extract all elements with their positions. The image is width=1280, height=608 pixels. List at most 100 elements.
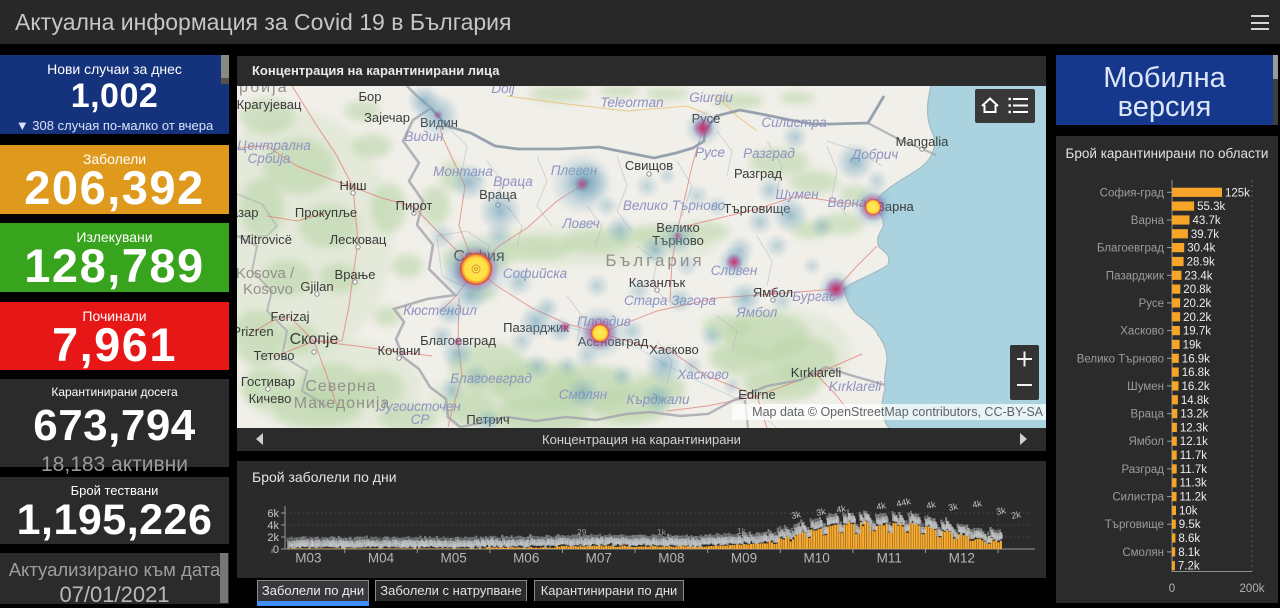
svg-text:Ямбол: Ямбол bbox=[1128, 436, 1164, 448]
svg-text:16.9k: 16.9k bbox=[1182, 353, 1210, 365]
svg-text:20.2k: 20.2k bbox=[1183, 298, 1211, 310]
svg-text:11.2k: 11.2k bbox=[1180, 492, 1208, 504]
svg-text:Благоевград: Благоевград bbox=[1097, 243, 1164, 255]
svg-text:Giurgiu: Giurgiu bbox=[689, 90, 733, 105]
svg-text:Ниш: Ниш bbox=[339, 178, 366, 193]
svg-text:Србија: Србија bbox=[248, 151, 291, 166]
svg-text:Пирот: Пирот bbox=[396, 198, 433, 213]
svg-text:0: 0 bbox=[1169, 583, 1175, 595]
svg-text:M11: M11 bbox=[877, 551, 902, 566]
svg-text:Разград: Разград bbox=[1121, 464, 1164, 476]
svg-text:Mangalia: Mangalia bbox=[896, 134, 950, 149]
svg-text:13.2k: 13.2k bbox=[1180, 409, 1208, 421]
svg-text:M04: M04 bbox=[368, 551, 395, 566]
svg-text:Хасково: Хасково bbox=[1120, 326, 1164, 338]
svg-text:Тетово: Тетово bbox=[253, 348, 294, 363]
svg-text:Русе: Русе bbox=[1139, 298, 1164, 310]
svg-text:3k: 3k bbox=[947, 501, 959, 513]
svg-text:200k: 200k bbox=[1240, 583, 1265, 595]
svg-text:Северна: Северна bbox=[305, 378, 376, 395]
svg-text:Бор: Бор bbox=[359, 89, 382, 104]
svg-text:16.8k: 16.8k bbox=[1182, 367, 1210, 379]
svg-text:3k: 3k bbox=[995, 505, 1007, 517]
svg-text:азар: азар bbox=[237, 205, 259, 220]
svg-text:Велико Търново: Велико Търново bbox=[1077, 353, 1164, 365]
svg-text:Kırklareli: Kırklareli bbox=[791, 365, 842, 380]
svg-text:M10: M10 bbox=[803, 551, 829, 566]
svg-text:2k: 2k bbox=[1010, 509, 1022, 521]
svg-text:2k: 2k bbox=[867, 523, 877, 533]
svg-text:8.6k: 8.6k bbox=[1178, 533, 1200, 545]
svg-text:Gjilan: Gjilan bbox=[300, 279, 333, 294]
svg-text:Лесковац: Лесковац bbox=[330, 232, 387, 247]
svg-text:Map data © OpenStreetMap contr: Map data © OpenStreetMap contributors, C… bbox=[752, 405, 1043, 419]
svg-text:1k: 1k bbox=[737, 526, 747, 536]
svg-text:Зајечар: Зајечар bbox=[364, 110, 410, 125]
svg-text:Kırklareli: Kırklareli bbox=[829, 379, 883, 394]
svg-text:11.7k: 11.7k bbox=[1180, 464, 1208, 476]
svg-text:Ferizaj: Ferizaj bbox=[270, 309, 309, 324]
svg-text:11.3k: 11.3k bbox=[1180, 478, 1208, 490]
svg-text:Врање: Врање bbox=[335, 267, 376, 282]
svg-text:1k: 1k bbox=[797, 525, 807, 535]
svg-text:Dolj: Dolj bbox=[491, 86, 515, 96]
svg-text:M08: M08 bbox=[658, 551, 684, 566]
svg-text:M05: M05 bbox=[440, 551, 466, 566]
svg-text:4k: 4k bbox=[925, 499, 937, 511]
svg-text:Враца: Враца bbox=[493, 174, 533, 189]
svg-text:Крагујевац: Крагујевац bbox=[237, 97, 302, 112]
svg-text:Смолян: Смолян bbox=[1122, 547, 1164, 559]
svg-text:6k: 6k bbox=[267, 508, 279, 520]
svg-text:Kosovo: Kosovo bbox=[243, 281, 293, 298]
svg-text:Шумен: Шумен bbox=[1127, 381, 1164, 393]
svg-text:11.7k: 11.7k bbox=[1180, 450, 1208, 462]
svg-text:Kosova /: Kosova / bbox=[237, 265, 295, 282]
svg-text:Пазарджик: Пазарджик bbox=[1106, 270, 1165, 282]
svg-text:Прокупље: Прокупље bbox=[295, 205, 357, 220]
svg-text:Teleorman: Teleorman bbox=[600, 95, 663, 110]
svg-text:Силистра: Силистра bbox=[1112, 492, 1164, 504]
svg-text:39.7k: 39.7k bbox=[1191, 229, 1219, 241]
svg-text:19.7k: 19.7k bbox=[1183, 326, 1211, 338]
svg-text:4k: 4k bbox=[875, 500, 887, 512]
svg-text:9.5k: 9.5k bbox=[1179, 519, 1201, 531]
svg-text:20.8k: 20.8k bbox=[1183, 284, 1211, 296]
svg-text:0: 0 bbox=[273, 544, 279, 556]
svg-text:2k: 2k bbox=[267, 532, 279, 544]
svg-text:55.3k: 55.3k bbox=[1197, 201, 1225, 213]
svg-text:3k: 3k bbox=[815, 506, 827, 518]
svg-text:Edirne: Edirne bbox=[738, 387, 776, 402]
svg-text:8.1k: 8.1k bbox=[1178, 547, 1200, 559]
svg-text:12.1k: 12.1k bbox=[1180, 436, 1208, 448]
svg-text:Враца: Враца bbox=[1131, 409, 1165, 421]
svg-text:4k: 4k bbox=[835, 503, 847, 515]
svg-text:M06: M06 bbox=[513, 551, 539, 566]
svg-text:14.8k: 14.8k bbox=[1181, 395, 1209, 407]
svg-text:7.2k: 7.2k bbox=[1178, 561, 1200, 573]
svg-text:София-град: София-град bbox=[1100, 187, 1165, 199]
svg-text:Гостивар: Гостивар bbox=[241, 374, 295, 389]
svg-text:Србија: Србија bbox=[237, 86, 289, 96]
svg-text:4k: 4k bbox=[267, 520, 279, 532]
svg-text:16.2k: 16.2k bbox=[1182, 381, 1210, 393]
svg-text:M07: M07 bbox=[586, 551, 612, 566]
svg-text:M09: M09 bbox=[731, 551, 757, 566]
svg-text:Кичево: Кичево bbox=[249, 391, 292, 406]
svg-text:19k: 19k bbox=[1183, 339, 1202, 351]
svg-text:30.4k: 30.4k bbox=[1187, 243, 1215, 255]
svg-text:125k: 125k bbox=[1225, 187, 1250, 199]
svg-text:Македонија: Македонија bbox=[294, 395, 391, 412]
svg-text:43.7k: 43.7k bbox=[1193, 215, 1221, 227]
svg-text:12.3k: 12.3k bbox=[1180, 422, 1208, 434]
svg-text:Mitrovicë: Mitrovicë bbox=[240, 232, 292, 247]
svg-text:M12: M12 bbox=[949, 551, 975, 566]
svg-text:23.4k: 23.4k bbox=[1184, 270, 1212, 282]
svg-text:Ловеч: Ловеч bbox=[561, 216, 599, 231]
svg-text:Скопје: Скопје bbox=[290, 331, 339, 348]
svg-text:M03: M03 bbox=[295, 551, 321, 566]
svg-text:44k: 44k bbox=[895, 496, 912, 509]
svg-text:3k: 3k bbox=[790, 509, 802, 521]
svg-text:Prizren: Prizren bbox=[237, 324, 274, 339]
svg-text:29: 29 bbox=[577, 527, 587, 537]
svg-text:Търговище: Търговище bbox=[1105, 519, 1164, 531]
